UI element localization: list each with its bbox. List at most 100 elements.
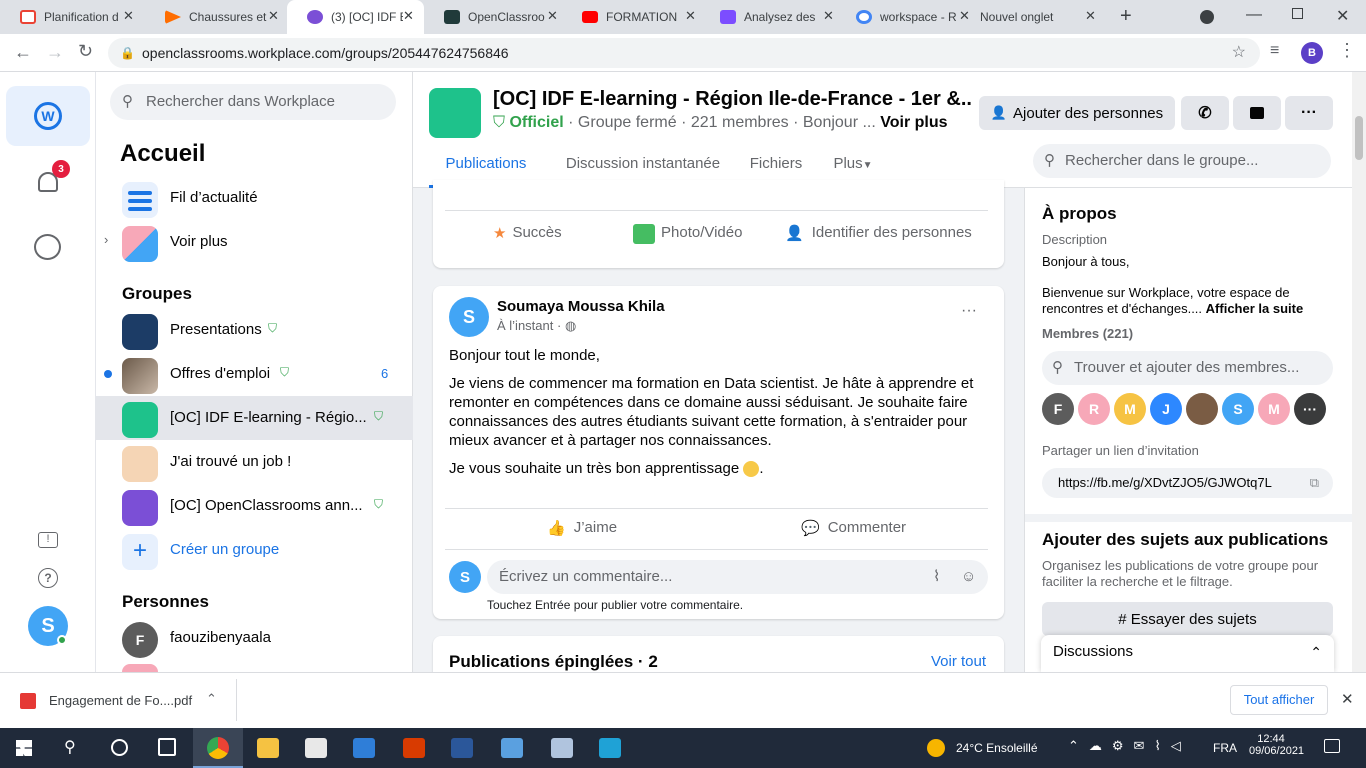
add-people-button[interactable]: 👤 Ajouter des personnes	[979, 96, 1175, 130]
member-avatar[interactable]: M	[1258, 393, 1290, 425]
reading-list-icon[interactable]: ≡	[1270, 42, 1279, 60]
close-tab-icon[interactable]: ✕	[1085, 8, 1096, 24]
read-more-link[interactable]: Afficher la suite	[1206, 301, 1304, 316]
close-download-bar-icon[interactable]: ✕	[1341, 690, 1354, 708]
emoji-icon[interactable]: ☺	[961, 560, 976, 594]
close-tab-icon[interactable]: ✕	[823, 8, 834, 24]
url-field[interactable]: 🔒 openclassrooms.workplace.com/groups/20…	[108, 38, 1260, 68]
member-avatar[interactable]: R	[1078, 393, 1110, 425]
notification-center-icon[interactable]	[1324, 739, 1340, 753]
browser-tab[interactable]: Nouvel onglet ✕	[962, 0, 1112, 34]
store-icon[interactable]	[305, 738, 327, 758]
photo-video-button[interactable]: Photo/Vidéo	[633, 224, 742, 244]
menu-kebab-icon[interactable]: ⋮	[1338, 40, 1356, 61]
mail-icon[interactable]	[353, 738, 375, 758]
weather-text[interactable]: 24°C Ensoleillé	[956, 741, 1038, 755]
bookmark-star-icon[interactable]: ☆	[1232, 38, 1246, 68]
sidebar-group-presentations[interactable]: Presentations ⛉	[96, 308, 413, 352]
reload-icon[interactable]: ↻	[78, 41, 93, 62]
clock[interactable]: 12:44 09/06/2021	[1249, 733, 1304, 757]
cortana-icon[interactable]	[111, 739, 128, 756]
sidebar-item-feed[interactable]: Fil d’actualité	[96, 176, 413, 220]
browser-tab[interactable]: Planification d ✕	[0, 0, 145, 34]
file-explorer-icon[interactable]	[257, 738, 279, 758]
new-tab-icon[interactable]: +	[1120, 5, 1132, 28]
browser-tab[interactable]: workspace - R ✕	[836, 0, 976, 34]
see-more-link[interactable]: Voir plus	[880, 114, 947, 131]
feedback-icon[interactable]: !	[38, 532, 58, 548]
see-all-link[interactable]: Voir tout	[931, 653, 986, 670]
member-avatar[interactable]	[1186, 393, 1218, 425]
member-avatar[interactable]: F	[1042, 393, 1074, 425]
invite-link-field[interactable]: https://fb.me/g/XDvtZJO5/GJWOtq7L ⧉	[1042, 468, 1333, 498]
post-author[interactable]: Soumaya Moussa Khila	[497, 298, 665, 315]
member-avatar[interactable]: S	[1222, 393, 1254, 425]
member-avatar[interactable]: M	[1114, 393, 1146, 425]
back-arrow-icon[interactable]: ←	[14, 42, 32, 63]
comment-button[interactable]: 💬 Commenter	[801, 519, 906, 537]
task-view-icon[interactable]	[158, 738, 176, 756]
forward-arrow-icon[interactable]: →	[46, 42, 64, 63]
group-search-input[interactable]: ⚲ Rechercher dans le groupe...	[1033, 144, 1331, 178]
minimize-icon[interactable]: —	[1246, 6, 1262, 24]
scrollbar-thumb[interactable]	[1355, 116, 1363, 160]
success-button[interactable]: ★ Succès	[493, 224, 562, 242]
more-options-icon[interactable]: ···	[1285, 96, 1333, 130]
close-tab-icon[interactable]: ✕	[403, 8, 414, 24]
like-button[interactable]: 👍 J’aime	[547, 519, 617, 537]
sidebar-item-more[interactable]: › Voir plus	[96, 220, 413, 264]
sidebar-group-idf-elearning-active[interactable]: [OC] IDF E-learning - Régio... ⛉	[96, 396, 413, 440]
sidebar-person[interactable]: F faouzibenyaala	[96, 616, 413, 660]
attach-icon[interactable]: ⌇	[933, 560, 940, 594]
sidebar-group-job-found[interactable]: J'ai trouvé un job !	[96, 440, 413, 484]
restore-icon[interactable]	[1292, 8, 1303, 19]
close-tab-icon[interactable]: ✕	[123, 8, 134, 24]
comment-input[interactable]: Écrivez un commentaire... ⌇ ☺	[487, 560, 988, 594]
chevron-up-icon[interactable]: ⌃	[1310, 635, 1322, 669]
member-avatar[interactable]: J	[1150, 393, 1182, 425]
tag-people-button[interactable]: 👤 Identifier des personnes	[785, 224, 972, 242]
phone-icon[interactable]: ✆	[1181, 96, 1229, 130]
windows-start-icon[interactable]	[16, 740, 32, 756]
browser-tab[interactable]: OpenClassroo ✕	[424, 0, 564, 34]
post-more-icon[interactable]: ···	[961, 302, 977, 320]
paint-icon[interactable]	[551, 738, 573, 758]
word-icon[interactable]	[451, 738, 473, 758]
search-icon[interactable]: ⚲	[64, 737, 76, 757]
page-scrollbar[interactable]	[1352, 72, 1366, 672]
help-icon[interactable]: ?	[38, 568, 58, 588]
chevron-up-icon[interactable]: ⌃	[206, 691, 217, 707]
create-group-button[interactable]: + Créer un groupe	[96, 528, 413, 572]
close-tab-icon[interactable]: ✕	[685, 8, 696, 24]
video-call-button[interactable]	[1233, 96, 1281, 130]
language-indicator[interactable]: FRA	[1213, 741, 1237, 755]
notifications-button[interactable]: 3	[36, 160, 70, 196]
find-members-input[interactable]: ⚲ Trouver et ajouter des membres...	[1042, 351, 1333, 385]
browser-tab-active[interactable]: (3) [OC] IDF E ✕	[287, 0, 424, 34]
group-title[interactable]: [OC] IDF E-learning - Région Ile-de-Fran…	[493, 88, 973, 111]
close-tab-icon[interactable]: ✕	[547, 8, 558, 24]
member-avatar[interactable]: ···	[1294, 393, 1326, 425]
system-tray-icons[interactable]: ⌃☁⚙✉⌇◁	[1068, 738, 1191, 754]
browser-tab[interactable]: Chaussures et ✕	[145, 0, 290, 34]
chrome-taskbar-button[interactable]	[193, 728, 243, 768]
author-avatar[interactable]: S	[449, 297, 489, 337]
try-topics-button[interactable]: # Essayer des sujets	[1042, 602, 1333, 636]
download-filename[interactable]: Engagement de Fo....pdf	[49, 693, 192, 708]
copy-icon[interactable]: ⧉	[1310, 468, 1319, 498]
close-tab-icon[interactable]: ✕	[268, 8, 279, 24]
sidebar-group-oc-announcements[interactable]: [OC] OpenClassrooms ann... ⛉	[96, 484, 413, 528]
office-icon[interactable]	[403, 738, 425, 758]
discussions-chat-header[interactable]: Discussions ⌃	[1041, 635, 1334, 672]
edge-icon[interactable]	[599, 738, 621, 758]
show-all-downloads-button[interactable]: Tout afficher	[1230, 685, 1328, 715]
browser-tab[interactable]: Analysez des ✕	[700, 0, 840, 34]
close-window-icon[interactable]: ✕	[1336, 6, 1349, 26]
profile-avatar[interactable]: B	[1301, 42, 1323, 64]
browser-tab[interactable]: FORMATION ✕	[562, 0, 702, 34]
tab-search-icon[interactable]	[1200, 10, 1214, 24]
rail-home-button[interactable]: W	[6, 86, 90, 146]
sidebar-group-job-offers[interactable]: Offres d'emploi ⛉ 6	[96, 352, 413, 396]
chat-bubble-icon[interactable]	[34, 234, 61, 260]
photos-icon[interactable]	[501, 738, 523, 758]
